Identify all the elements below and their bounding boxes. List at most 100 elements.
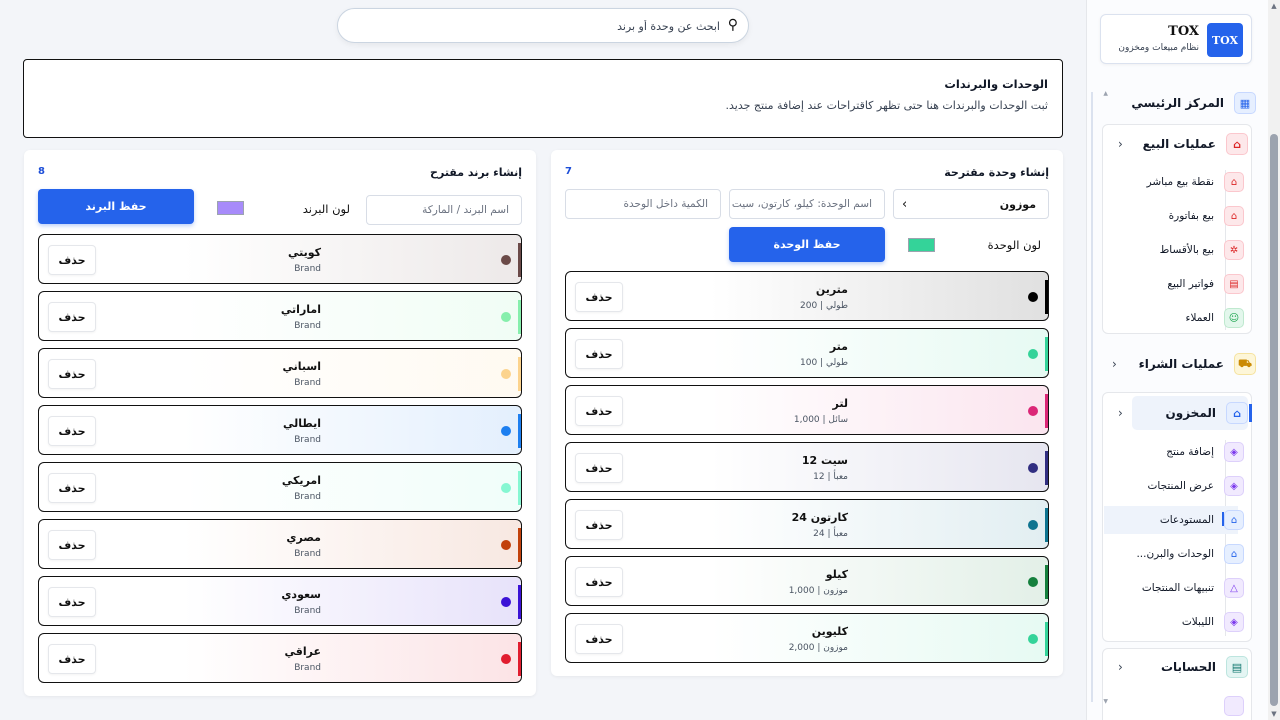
sidebar-item-sales-invoices[interactable]: ▤ فواتير البيع <box>1124 270 1244 298</box>
sidebar-item-add-product[interactable]: ◈ إضافة منتج <box>1124 438 1244 466</box>
list-item: امريكي Brand حذف <box>38 462 522 512</box>
sidebar-item-product-alerts[interactable]: △ تنبيهات المنتجات <box>1124 574 1244 602</box>
brand-color-picker[interactable] <box>217 201 244 215</box>
sidebar-item-accounts[interactable]: ▤ الحسابات ‹ <box>1112 652 1248 682</box>
scrollbar-thumb[interactable] <box>1270 134 1278 706</box>
row-name: ايطالي <box>282 417 321 430</box>
row-name: لتر <box>832 397 848 410</box>
box-icon: ◈ <box>1224 476 1244 496</box>
sidebar-item-label: الحسابات <box>1160 660 1216 674</box>
scroll-down-icon[interactable]: ▼ <box>1270 710 1278 718</box>
brand-card[interactable]: TOX TOX نظام مبيعات ومخزون <box>1100 14 1252 64</box>
row-subtitle: Brand <box>294 606 321 616</box>
sidebar-item-label: المستودعات <box>1159 514 1214 526</box>
row-color-dot <box>501 312 511 322</box>
sidebar-item-purchases[interactable]: ⛟ عمليات الشراء ‹ <box>1106 349 1256 379</box>
sidebar-item-labels[interactable]: ◈ الليبلات <box>1124 608 1244 636</box>
sidebar-scroll-up-icon[interactable]: ▲ <box>1103 90 1108 97</box>
row-color-edge <box>518 300 521 334</box>
sidebar-item-label: عرض المنتجات <box>1147 480 1214 492</box>
unit-type-value: موزون <box>999 197 1036 211</box>
row-color-edge <box>1045 508 1048 542</box>
unit-type-select[interactable]: موزون › <box>893 189 1049 219</box>
row-subtitle: معبأ | 24 <box>813 529 848 539</box>
delete-button[interactable]: حذف <box>575 282 623 312</box>
unit-name-input[interactable] <box>730 198 872 210</box>
store-icon: ⌂ <box>1224 172 1244 192</box>
row-subtitle: Brand <box>294 264 321 274</box>
sidebar-item-sales[interactable]: ⌂ عمليات البيع ‹ <box>1112 129 1248 159</box>
warehouse-icon: ⌂ <box>1224 510 1244 530</box>
sidebar-item-invoice-sale[interactable]: ⌂ بيع بفاتورة <box>1124 202 1244 230</box>
delete-button[interactable]: حذف <box>48 416 96 446</box>
sidebar-item-label: الوحدات والبرن... <box>1136 548 1214 560</box>
sidebar-item-label: الليبلات <box>1181 616 1214 628</box>
row-color-dot <box>1028 349 1038 359</box>
delete-button[interactable]: حذف <box>48 644 96 674</box>
delete-button[interactable]: حذف <box>48 473 96 503</box>
sidebar-item-view-products[interactable]: ◈ عرض المنتجات <box>1124 472 1244 500</box>
delete-button[interactable]: حذف <box>575 510 623 540</box>
brand-name: TOX <box>1168 24 1199 39</box>
sidebar-item-customers[interactable]: ☺ العملاء <box>1124 304 1244 332</box>
row-subtitle: طولي | 100 <box>800 358 848 368</box>
list-item: سيت 12 معبأ | 12 حذف <box>565 442 1049 492</box>
unit-qty-input[interactable] <box>566 198 708 210</box>
search-bar[interactable]: ⚲ <box>337 8 749 43</box>
sidebar-scroll-track <box>1091 92 1093 702</box>
list-item: اسباني Brand حذف <box>38 348 522 398</box>
brand-name-field[interactable] <box>366 195 522 225</box>
sidebar-item-label: المركز الرئيسي <box>1131 96 1224 110</box>
list-item: مترين طولي | 200 حذف <box>565 271 1049 321</box>
row-color-dot <box>1028 577 1038 587</box>
delete-button[interactable]: حذف <box>575 567 623 597</box>
units-panel: إنشاء وحدة مقترحة 7 موزون › لون الوحدة ح… <box>551 150 1063 676</box>
sidebar-item-installments[interactable]: ✲ بيع بالأقساط <box>1124 236 1244 264</box>
unit-qty-field[interactable] <box>565 189 721 219</box>
delete-button[interactable]: حذف <box>48 587 96 617</box>
chevron-left-icon: ‹ <box>1112 357 1117 371</box>
delete-button[interactable]: حذف <box>48 245 96 275</box>
delete-button[interactable]: حذف <box>575 396 623 426</box>
sidebar-item-inventory[interactable]: ⌂ المخزون ‹ <box>1112 398 1248 428</box>
chevron-left-icon: › <box>902 196 908 212</box>
delete-button[interactable]: حذف <box>575 624 623 654</box>
scroll-up-icon[interactable]: ▲ <box>1270 2 1278 10</box>
row-color-dot <box>1028 292 1038 302</box>
save-unit-button[interactable]: حفظ الوحدة <box>729 227 885 262</box>
row-name: امريكي <box>281 474 321 487</box>
row-color-edge <box>1045 622 1048 656</box>
brand-name-input[interactable] <box>367 204 509 216</box>
row-subtitle: موزون | 1,000 <box>788 586 848 596</box>
unit-color-picker[interactable] <box>908 238 935 252</box>
save-brand-button[interactable]: حفظ البرند <box>38 189 194 224</box>
row-color-dot <box>1028 520 1038 530</box>
delete-button[interactable]: حذف <box>48 359 96 389</box>
row-name: كيلو <box>825 568 848 581</box>
chevron-left-icon: ‹ <box>1118 406 1123 420</box>
partial-nav-icon <box>1224 696 1244 716</box>
search-input[interactable] <box>360 15 720 37</box>
sidebar-scroll-down-icon[interactable]: ▼ <box>1103 698 1108 705</box>
row-name: كارتون 24 <box>791 511 848 524</box>
row-name: سعودي <box>281 588 321 601</box>
delete-button[interactable]: حذف <box>48 302 96 332</box>
window-scrollbar[interactable]: ▲ ▼ <box>1268 0 1280 720</box>
delete-button[interactable]: حذف <box>575 339 623 369</box>
unit-name-field[interactable] <box>729 189 885 219</box>
sidebar-item-label: فواتير البيع <box>1167 278 1214 290</box>
row-subtitle: Brand <box>294 549 321 559</box>
store-icon: ⌂ <box>1226 133 1248 155</box>
sidebar-item-warehouses[interactable]: ⌂ المستودعات <box>1124 506 1244 534</box>
units-panel-title: إنشاء وحدة مقترحة <box>944 166 1049 179</box>
row-subtitle: Brand <box>294 492 321 502</box>
delete-button[interactable]: حذف <box>575 453 623 483</box>
delete-button[interactable]: حذف <box>48 530 96 560</box>
sidebar-item-main-center[interactable]: ▦ المركز الرئيسي <box>1106 88 1256 118</box>
sidebar-item-units-brands[interactable]: ⌂ الوحدات والبرن... <box>1124 540 1244 568</box>
sidebar-item-label: بيع بالأقساط <box>1159 244 1214 256</box>
list-item: سعودي Brand حذف <box>38 576 522 626</box>
row-name: اماراتي <box>280 303 321 316</box>
sidebar-item-pos[interactable]: ⌂ نقطة بيع مباشر <box>1124 168 1244 196</box>
brand-color-label: لون البرند <box>302 202 350 216</box>
